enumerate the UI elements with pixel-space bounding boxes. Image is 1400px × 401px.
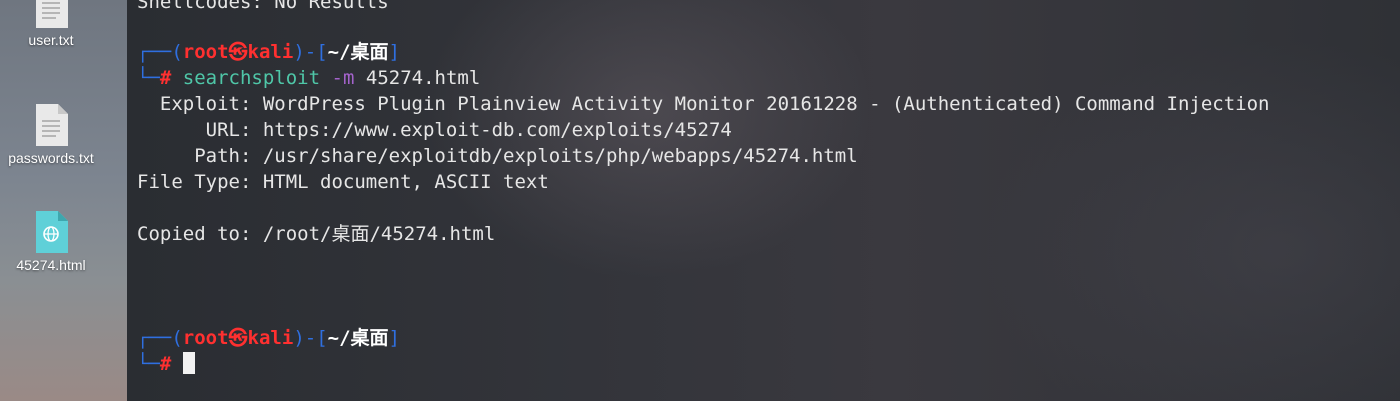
prompt-bracket-end: ] bbox=[388, 327, 400, 349]
prompt-bracket-end: ] bbox=[388, 41, 400, 63]
desktop-icon-passwords-txt[interactable]: passwords.txt bbox=[0, 104, 106, 166]
output-url: URL: https://www.exploit-db.com/exploits… bbox=[137, 119, 732, 141]
prompt-separator: )-[ bbox=[293, 327, 328, 349]
prompt-directory: ~/桌面 bbox=[327, 327, 389, 349]
output-exploit: Exploit: WordPress Plugin Plainview Acti… bbox=[137, 93, 1270, 115]
prompt-hash: # bbox=[159, 67, 172, 89]
output-copied-to: Copied to: /root/桌面/45274.html bbox=[137, 223, 496, 245]
prompt-directory: ~/桌面 bbox=[327, 41, 389, 63]
command-name: searchsploit bbox=[182, 67, 321, 89]
text-file-icon bbox=[36, 0, 68, 28]
prompt-user: root bbox=[182, 327, 229, 349]
text-file-icon bbox=[36, 104, 68, 146]
prompt-corner: ┌──( bbox=[137, 41, 183, 63]
desktop-icon-label: 45274.html bbox=[16, 257, 86, 273]
prompt-at-symbol: ㉿ bbox=[228, 41, 248, 63]
command-line-2[interactable]: └─# bbox=[137, 351, 195, 377]
desktop-icon-label: passwords.txt bbox=[8, 150, 94, 166]
prompt-host: kali bbox=[247, 41, 294, 63]
prompt-corner: ┌──( bbox=[137, 327, 183, 349]
desktop-icon-label: user.txt bbox=[28, 32, 74, 48]
desktop-area: user.txt passwords.txt 45274.html bbox=[0, 0, 127, 401]
prompt-hash: # bbox=[159, 353, 172, 375]
prompt-host: kali bbox=[247, 327, 294, 349]
prompt-separator: )-[ bbox=[293, 41, 328, 63]
prompt-line-2: ┌──(root㉿kali)-[~/桌面] bbox=[137, 325, 400, 351]
command-argument: 45274.html bbox=[365, 67, 481, 89]
prompt-corner: └─ bbox=[137, 353, 160, 375]
desktop-icon-user-txt[interactable]: user.txt bbox=[0, 0, 106, 48]
command-flag: -m bbox=[331, 67, 355, 89]
prompt-user: root bbox=[182, 41, 229, 63]
desktop-icon-45274-html[interactable]: 45274.html bbox=[0, 211, 106, 273]
command-line-1: └─# searchsploit -m 45274.html bbox=[137, 65, 480, 91]
terminal-window[interactable]: Shellcodes: No Results ┌──(root㉿kali)-[~… bbox=[127, 0, 1400, 401]
output-path: Path: /usr/share/exploitdb/exploits/php/… bbox=[137, 145, 858, 167]
output-file-type: File Type: HTML document, ASCII text bbox=[137, 171, 549, 193]
prompt-at-symbol: ㉿ bbox=[228, 327, 248, 349]
terminal-output-line: Shellcodes: No Results bbox=[137, 0, 389, 13]
prompt-corner: └─ bbox=[137, 67, 160, 89]
terminal-cursor bbox=[182, 352, 195, 374]
prompt-line-1: ┌──(root㉿kali)-[~/桌面] bbox=[137, 39, 400, 65]
html-file-icon bbox=[36, 211, 68, 253]
